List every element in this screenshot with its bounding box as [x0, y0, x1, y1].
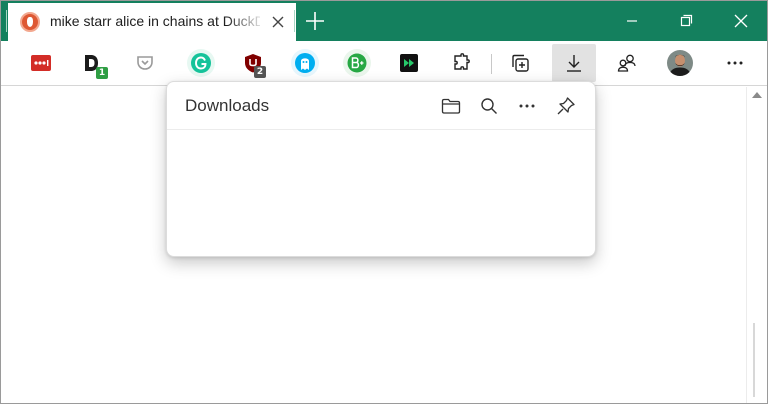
scrollbar[interactable] [746, 87, 766, 403]
open-folder-icon[interactable] [438, 93, 464, 119]
downloads-list [167, 131, 595, 256]
toolbar-separator [491, 54, 492, 74]
collections-icon[interactable] [502, 45, 538, 81]
more-icon[interactable] [717, 45, 753, 81]
more-icon[interactable] [514, 93, 540, 119]
close-icon[interactable] [726, 7, 756, 35]
extension-badge: 2 [254, 66, 266, 78]
d-icon[interactable]: 1 [74, 45, 110, 81]
tab-separator [294, 10, 295, 32]
tab-title-fade [226, 9, 266, 35]
lastpass-icon[interactable] [23, 45, 59, 81]
extensions-puzzle-icon[interactable] [444, 45, 480, 81]
restore-icon[interactable] [671, 7, 701, 35]
download-icon[interactable] [552, 44, 596, 82]
toolbar: 1 2 [1, 41, 767, 86]
scroll-up-icon[interactable] [752, 92, 762, 98]
fast-forward-icon[interactable] [391, 45, 427, 81]
search-icon[interactable] [476, 93, 502, 119]
title-bar: mike starr alice in chains at DuckDuckGo [1, 1, 767, 41]
avatar[interactable] [662, 45, 698, 81]
minimize-icon[interactable] [617, 7, 647, 35]
downloads-header: Downloads [167, 82, 595, 130]
scroll-thumb[interactable] [753, 323, 755, 397]
tab-active[interactable]: mike starr alice in chains at DuckDuckGo [8, 3, 296, 41]
browser-window: mike starr alice in chains at DuckDuckGo [0, 0, 768, 404]
ublock-icon[interactable]: 2 [235, 45, 271, 81]
downloads-panel: Downloads [166, 81, 596, 257]
grammarly-icon[interactable] [183, 45, 219, 81]
tab-separator [6, 10, 7, 32]
duckduckgo-icon [20, 12, 40, 32]
extension-badge: 1 [96, 67, 108, 79]
close-icon[interactable] [267, 11, 289, 33]
pin-icon[interactable] [553, 93, 579, 119]
ghostery-icon[interactable] [287, 45, 323, 81]
b-plus-icon[interactable] [339, 45, 375, 81]
pocket-icon[interactable] [127, 45, 163, 81]
downloads-title: Downloads [185, 96, 270, 115]
plus-icon[interactable] [303, 9, 327, 33]
profile-switch-icon[interactable] [609, 45, 645, 81]
